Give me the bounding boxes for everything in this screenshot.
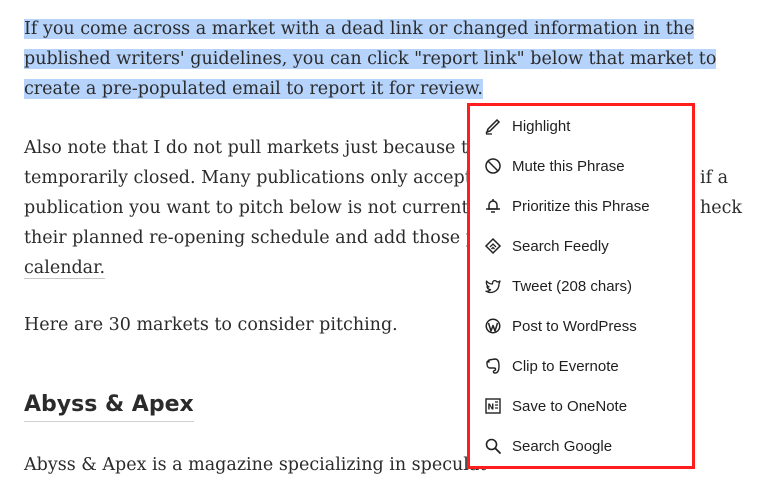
intro-paragraph: Here are 30 markets to consider pitching… bbox=[24, 315, 398, 335]
section-heading-abyss-apex[interactable]: Abyss & Apex bbox=[24, 390, 194, 422]
text-line: their planned re-opening schedule and ad… bbox=[24, 228, 477, 248]
menu-item-label: Mute this Phrase bbox=[512, 157, 625, 175]
menu-item-post-wordpress[interactable]: Post to WordPress bbox=[470, 306, 692, 346]
text-line: temporarily closed. Many publications on… bbox=[24, 168, 472, 188]
highlighter-icon bbox=[484, 117, 502, 135]
wordpress-icon bbox=[484, 317, 502, 335]
menu-item-mute-phrase[interactable]: Mute this Phrase bbox=[470, 146, 692, 186]
prioritize-icon bbox=[484, 197, 502, 215]
text-line: Also note that I do not pull markets jus… bbox=[24, 138, 500, 158]
menu-item-label: Clip to Evernote bbox=[512, 357, 619, 375]
menu-item-search-google[interactable]: Search Google bbox=[470, 426, 692, 466]
menu-item-prioritize-phrase[interactable]: Prioritize this Phrase bbox=[470, 186, 692, 226]
menu-item-label: Prioritize this Phrase bbox=[512, 197, 650, 215]
search-icon bbox=[484, 437, 502, 455]
menu-item-save-onenote[interactable]: N Save to OneNote bbox=[470, 386, 692, 426]
abyss-apex-description: Abyss & Apex is a magazine specializing … bbox=[24, 455, 487, 475]
menu-item-clip-evernote[interactable]: Clip to Evernote bbox=[470, 346, 692, 386]
menu-item-search-feedly[interactable]: Search Feedly bbox=[470, 226, 692, 266]
calendar-link[interactable]: calendar. bbox=[24, 258, 106, 279]
onenote-icon: N bbox=[484, 397, 502, 415]
text-line-end: if a bbox=[700, 168, 729, 188]
twitter-icon bbox=[484, 277, 502, 295]
menu-item-label: Search Feedly bbox=[512, 237, 609, 255]
selected-paragraph[interactable]: If you come across a market with a dead … bbox=[24, 14, 717, 104]
menu-item-label: Post to WordPress bbox=[512, 317, 637, 335]
feedly-icon bbox=[484, 237, 502, 255]
menu-item-label: Tweet (208 chars) bbox=[512, 277, 633, 295]
closed-markets-paragraph: Also note that I do not pull markets jus… bbox=[24, 133, 742, 283]
menu-item-highlight[interactable]: Highlight bbox=[470, 106, 692, 146]
menu-item-label: Search Google bbox=[512, 437, 613, 455]
text-line-end: heck bbox=[700, 198, 743, 218]
menu-item-label: Save to OneNote bbox=[512, 397, 628, 415]
context-menu: Highlight Mute this Phrase Prioritize th… bbox=[467, 103, 695, 469]
evernote-icon bbox=[484, 357, 502, 375]
svg-text:N: N bbox=[488, 403, 495, 412]
selected-text-line[interactable]: published writers' guidelines, you can c… bbox=[24, 49, 717, 69]
mute-icon bbox=[484, 157, 502, 175]
menu-item-label: Highlight bbox=[512, 117, 571, 135]
selected-text-line[interactable]: create a pre-populated email to report i… bbox=[24, 79, 483, 99]
menu-item-tweet[interactable]: Tweet (208 chars) bbox=[470, 266, 692, 306]
selected-text-line[interactable]: If you come across a market with a dead … bbox=[24, 19, 695, 39]
text-line: publication you want to pitch below is n… bbox=[24, 198, 484, 218]
